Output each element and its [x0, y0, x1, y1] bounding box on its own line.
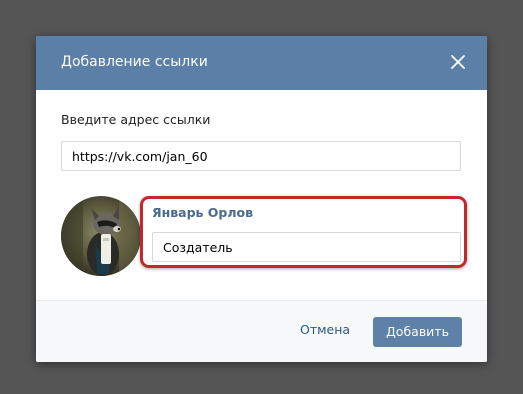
- close-icon[interactable]: [451, 55, 465, 69]
- role-input[interactable]: [152, 232, 461, 262]
- add-button[interactable]: Добавить: [373, 317, 462, 347]
- url-input[interactable]: [61, 141, 461, 171]
- dialog-header: Добавление ссылки: [36, 36, 487, 90]
- cancel-button[interactable]: Отмена: [300, 322, 350, 337]
- member-avatar: [61, 196, 141, 276]
- dialog-title: Добавление ссылки: [61, 54, 208, 70]
- member-name-link[interactable]: Январь Орлов: [152, 205, 253, 220]
- add-link-dialog: Добавление ссылки Введите адрес ссылки h…: [36, 36, 487, 362]
- url-field-label: Введите адрес ссылки: [61, 112, 211, 127]
- dialog-footer: Отмена Добавить: [36, 300, 487, 362]
